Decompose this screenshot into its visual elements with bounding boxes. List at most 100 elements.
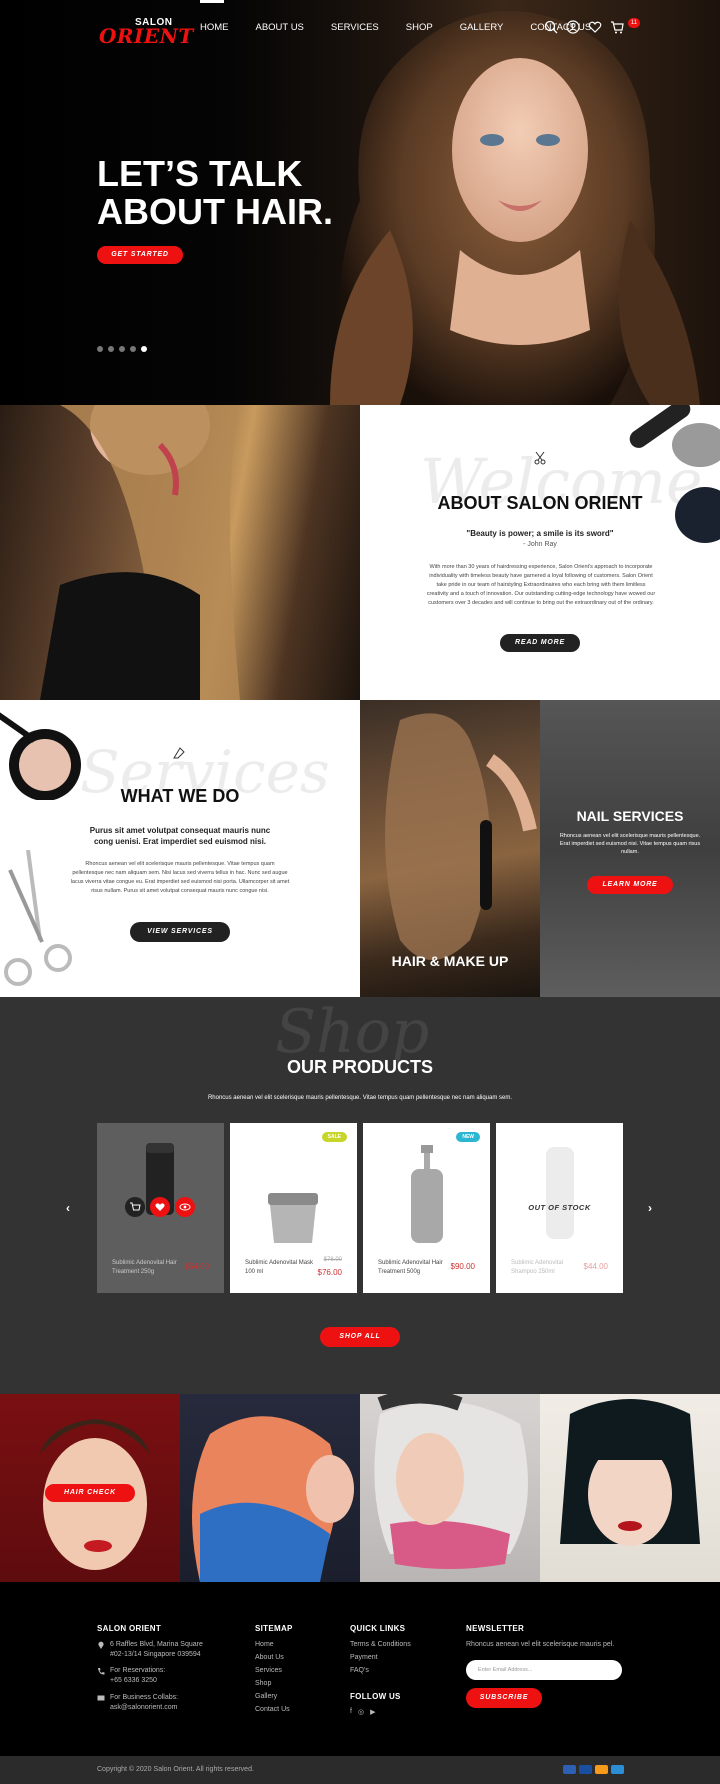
quick-view-eye-icon[interactable]: [175, 1197, 195, 1217]
slider-dot[interactable]: [108, 346, 114, 352]
product-name: Sublimic Adenovital Hair Treatment 250g: [112, 1260, 177, 1275]
hair-tools-image: [629, 405, 720, 543]
product-image: [411, 1145, 443, 1243]
product-name: Sublimic Adenovital Mask 100 ml: [245, 1260, 314, 1275]
footer-link-terms[interactable]: Terms & Conditions: [350, 1640, 411, 1650]
hair-makeup-tile[interactable]: HAIR & MAKE UP: [360, 700, 540, 997]
footer: SALON ORIENT 6 Raffles Blvd, Marina Squa…: [0, 1582, 720, 1756]
reservations-phone[interactable]: +65 6336 3250: [110, 1676, 157, 1686]
gallery-image[interactable]: [360, 1394, 540, 1582]
product-old-price: $78.00: [323, 1257, 342, 1263]
products-title: OUR PRODUCTS: [286, 1057, 433, 1077]
nav-icons: 11: [544, 18, 640, 34]
what-we-do-section: Services WHAT WE DO Purus sit amet volut…: [0, 700, 360, 997]
sale-badge: SALE: [321, 1132, 347, 1142]
footer-link-gallery[interactable]: Gallery: [255, 1692, 277, 1702]
email-icon: [97, 1695, 105, 1701]
nav-services[interactable]: SERVICES: [331, 22, 379, 33]
new-badge: NEW: [456, 1132, 480, 1142]
slider-dot[interactable]: [97, 346, 103, 352]
gallery-image[interactable]: [180, 1394, 360, 1582]
cart-button[interactable]: 11: [610, 18, 640, 34]
logo-main-text: ORIENT: [99, 24, 194, 48]
carousel-prev-arrow-icon[interactable]: ‹: [66, 1201, 70, 1215]
visa-icon: [579, 1765, 592, 1774]
newsletter-text: Rhoncus aenean vel elit scelerisque maur…: [466, 1641, 615, 1648]
collabs-email[interactable]: ask@salonorient.com: [110, 1703, 177, 1713]
about-title: ABOUT SALON ORIENT: [437, 493, 643, 513]
account-icon[interactable]: [566, 20, 580, 34]
about-quote-author: - John Ray: [523, 541, 557, 548]
product-card[interactable]: OUT OF STOCK Sublimic Adenovital Shampoo…: [496, 1123, 623, 1293]
nav-home[interactable]: HOME: [200, 22, 229, 33]
wishlist-heart-icon[interactable]: [150, 1197, 170, 1217]
add-to-cart-icon[interactable]: [125, 1197, 145, 1217]
product-image: [268, 1193, 318, 1243]
nav-gallery[interactable]: GALLERY: [460, 22, 504, 33]
hair-check-button[interactable]: HAIR CHECK: [45, 1484, 135, 1502]
search-icon[interactable]: [544, 20, 558, 34]
footer-link-shop[interactable]: Shop: [255, 1679, 271, 1689]
about-quote: "Beauty is power; a smile is its sword": [466, 529, 614, 538]
out-of-stock-label: OUT OF STOCK: [528, 1203, 591, 1212]
slider-dot[interactable]: [119, 346, 125, 352]
nail-services-tile: NAIL SERVICES Rhoncus aenean vel elit sc…: [540, 700, 720, 997]
footer-link-contact-us[interactable]: Contact Us: [255, 1705, 290, 1715]
footer-link-payment[interactable]: Payment: [350, 1653, 378, 1663]
product-card[interactable]: Sublimic Adenovital Hair Treatment 250g …: [97, 1123, 224, 1293]
hero-section: SALON ORIENT HOME ABOUT US SERVICES SHOP…: [0, 0, 720, 405]
nail-services-description: Rhoncus aenean vel elit scelerisque maur…: [559, 833, 701, 855]
reservations-label: For Reservations:: [110, 1667, 166, 1674]
address-line-2: #02-13/14 Singapore 039594: [110, 1651, 201, 1658]
product-price: $44.00: [583, 1262, 608, 1271]
footer-link-services[interactable]: Services: [255, 1666, 282, 1676]
nav-about-us[interactable]: ABOUT US: [256, 22, 304, 33]
cart-icon: [611, 21, 624, 34]
shop-all-button[interactable]: SHOP ALL: [320, 1327, 400, 1347]
about-description: With more than 30 years of hairdressing …: [426, 564, 656, 606]
black-bob-illustration: [560, 1399, 700, 1546]
footer-link-about-us[interactable]: About Us: [255, 1653, 284, 1663]
collabs-label: For Business Collabs:: [110, 1694, 179, 1701]
phone-icon: [98, 1668, 105, 1675]
what-we-do-title: WHAT WE DO: [120, 786, 240, 806]
hero-title: LET’S TALK ABOUT HAIR.: [97, 153, 333, 232]
social-links: f ◎ ▶: [350, 1708, 375, 1716]
footer-link-home[interactable]: Home: [255, 1640, 274, 1650]
product-card[interactable]: SALE Sublimic Adenovital Mask 100 ml $78…: [230, 1123, 357, 1293]
colored-hair-illustration: [192, 1416, 354, 1582]
instagram-icon[interactable]: ◎: [358, 1708, 364, 1716]
hair-makeup-label: HAIR & MAKE UP: [391, 953, 509, 969]
products-subtitle: Rhoncus aenean vel elit scelerisque maur…: [207, 1095, 513, 1101]
youtube-icon[interactable]: ▶: [370, 1708, 375, 1716]
mastercard-icon: [595, 1765, 608, 1774]
sitemap-heading: SITEMAP: [255, 1624, 293, 1633]
gallery-image[interactable]: [540, 1394, 720, 1582]
slider-dot[interactable]: [130, 346, 136, 352]
subscribe-button[interactable]: SUBSCRIBE: [466, 1688, 542, 1708]
footer-link-faqs[interactable]: FAQ's: [350, 1666, 369, 1676]
product-card[interactable]: NEW Sublimic Adenovital Hair Treatment 5…: [363, 1123, 490, 1293]
carousel-next-arrow-icon[interactable]: ›: [648, 1201, 652, 1215]
about-model-image: [0, 405, 360, 700]
main-navigation: SALON ORIENT HOME ABOUT US SERVICES SHOP…: [0, 0, 720, 56]
products-section: Shop OUR PRODUCTS Rhoncus aenean vel eli…: [0, 997, 720, 1394]
newsletter-heading: NEWSLETTER: [466, 1624, 525, 1633]
product-name: Sublimic Adenovital Hair Treatment 500g: [378, 1260, 443, 1275]
nail-services-title: NAIL SERVICES: [576, 808, 684, 824]
newsletter-email-input[interactable]: Enter Email Address...: [466, 1660, 622, 1680]
slider-dot-active[interactable]: [141, 346, 147, 352]
product-price: $76.00: [317, 1268, 342, 1277]
view-services-button[interactable]: VIEW SERVICES: [130, 922, 230, 942]
logo[interactable]: SALON ORIENT: [97, 14, 193, 48]
get-started-button[interactable]: GET STARTED: [97, 246, 183, 264]
footer-brand-heading: SALON ORIENT: [97, 1624, 162, 1633]
learn-more-button[interactable]: LEARN MORE: [587, 876, 673, 894]
read-more-button[interactable]: READ MORE: [500, 634, 580, 652]
scissors-icon: [534, 451, 546, 465]
wishlist-heart-icon[interactable]: [588, 20, 602, 34]
comb-icon: [173, 747, 185, 759]
nav-shop[interactable]: SHOP: [406, 22, 433, 33]
gallery-image-hair-check[interactable]: HAIR CHECK: [0, 1394, 180, 1582]
facebook-icon[interactable]: f: [350, 1708, 352, 1716]
